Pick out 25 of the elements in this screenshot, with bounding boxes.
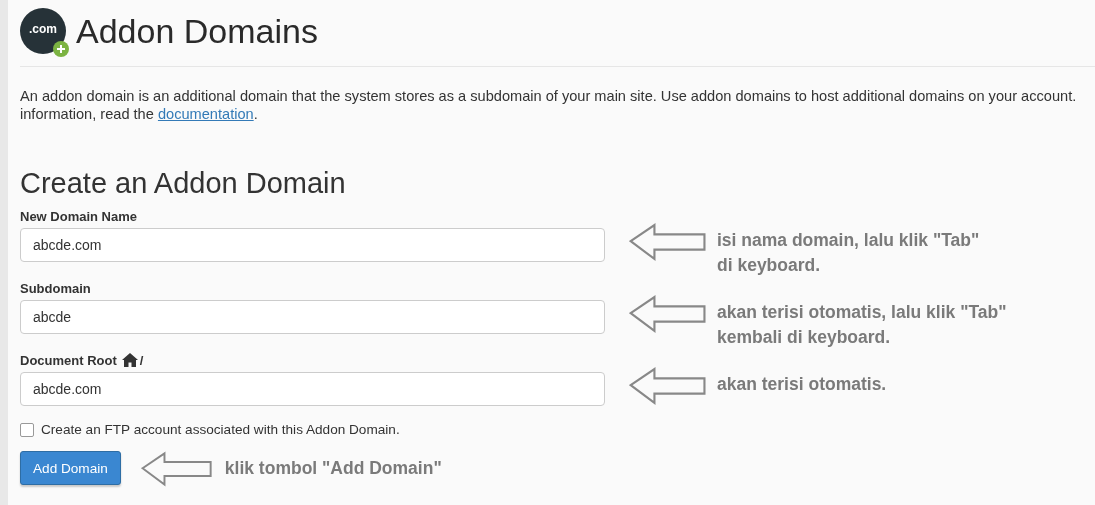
field-label: New Domain Name — [20, 208, 138, 224]
annotation-text: akan terisi otomatis. — [717, 373, 887, 396]
annotation-text: isi nama domain, lalu klik "Tab" — [717, 229, 980, 252]
field-label: Subdomain — [20, 280, 91, 296]
annotation-text: di keyboard. — [717, 254, 822, 277]
left-arrow-icon — [629, 294, 707, 334]
text-input-field[interactable]: abcde.com — [20, 372, 605, 406]
annotation-text: klik tombol "Add Domain" — [224, 456, 442, 480]
text-input-field[interactable]: abcde — [20, 300, 605, 334]
annotation-text: kembali di keyboard. — [717, 326, 892, 349]
domain-logo-icon: .com — [20, 8, 66, 54]
page-title: Addon Domains — [76, 11, 318, 51]
left-arrow-icon — [629, 366, 707, 406]
ftp-checkbox[interactable] — [20, 422, 34, 437]
documentation-link[interactable]: documentation — [157, 106, 254, 122]
field-label: Document Root — [20, 352, 117, 368]
annotation-text: akan terisi otomatis, lalu klik "Tab" — [717, 301, 1007, 324]
section-title: Create an Addon Domain — [20, 167, 347, 200]
checkbox-label: Create an FTP account associated with this Addon Domain. — [41, 422, 400, 437]
text-input-field[interactable]: abcde.com — [20, 228, 605, 262]
description-text: An addon domain is an additional domain that the system stores as a subdomain of your main site. Use addon domains to host additional domains on your account. information, read the documentation. — [20, 87, 1078, 123]
left-arrow-icon — [140, 451, 213, 487]
path-slash: / — [139, 352, 144, 368]
add-domain-button[interactable]: Add Domain — [20, 451, 121, 485]
left-arrow-icon — [629, 222, 707, 262]
